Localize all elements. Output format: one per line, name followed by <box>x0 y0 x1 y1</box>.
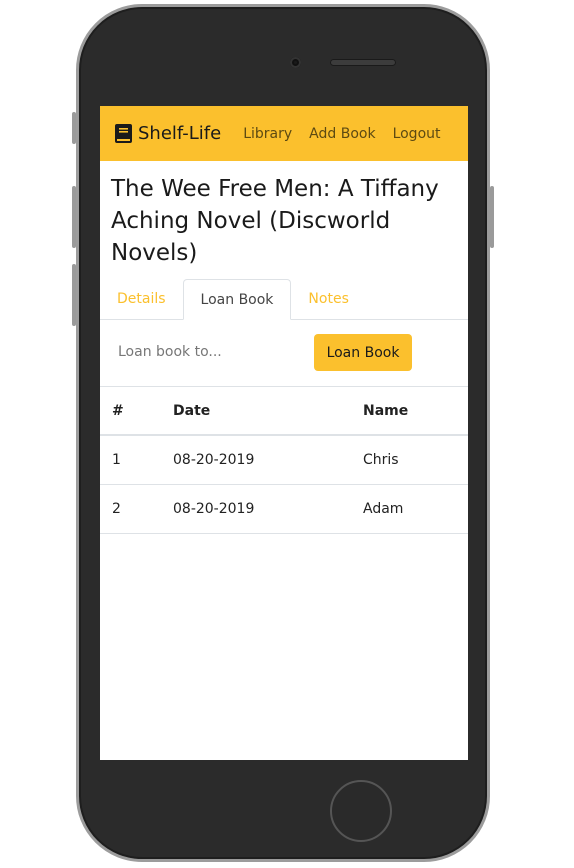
nav-link-logout[interactable]: Logout <box>393 126 441 142</box>
home-button[interactable] <box>330 780 392 842</box>
table-header-row: # Date Name <box>100 387 468 436</box>
loan-name: Adam <box>363 484 468 534</box>
navbar: Shelf-Life Library Add Book Logout <box>100 106 468 161</box>
table-row: 2 08-20-2019 Adam <box>100 484 468 534</box>
tab-details[interactable]: Details <box>100 279 183 319</box>
volume-up-button <box>72 186 76 248</box>
column-header-date: Date <box>173 387 363 436</box>
table-row: 1 08-20-2019 Chris <box>100 435 468 485</box>
loan-to-input[interactable] <box>110 334 300 370</box>
speaker-grille <box>330 59 396 66</box>
book-tabs: Details Loan Book Notes <box>100 279 468 320</box>
power-button <box>490 186 494 248</box>
loan-number: 2 <box>100 484 173 534</box>
book-title: The Wee Free Men: A Tiffany Aching Novel… <box>111 176 439 266</box>
mute-switch <box>72 112 76 144</box>
loan-number: 1 <box>100 435 173 485</box>
volume-down-button <box>72 264 76 326</box>
column-header-name: Name <box>363 387 468 436</box>
camera <box>290 57 301 68</box>
brand-name: Shelf-Life <box>138 123 222 144</box>
tab-notes[interactable]: Notes <box>291 279 365 319</box>
loan-date: 08-20-2019 <box>173 435 363 485</box>
nav-link-library[interactable]: Library <box>243 126 292 142</box>
app-screen: Shelf-Life Library Add Book Logout The W… <box>100 106 468 760</box>
loan-date: 08-20-2019 <box>173 484 363 534</box>
loan-book-button[interactable]: Loan Book <box>314 334 412 371</box>
brand-link[interactable]: Shelf-Life <box>115 123 221 144</box>
tab-loan-book[interactable]: Loan Book <box>182 279 292 320</box>
loans-table: # Date Name 1 08-20-2019 Chris 2 08-20-2… <box>100 387 468 534</box>
loan-form: Loan Book <box>100 320 468 387</box>
book-icon <box>115 124 132 143</box>
nav-link-add-book[interactable]: Add Book <box>309 126 375 142</box>
column-header-number: # <box>100 387 173 436</box>
loan-name: Chris <box>363 435 468 485</box>
